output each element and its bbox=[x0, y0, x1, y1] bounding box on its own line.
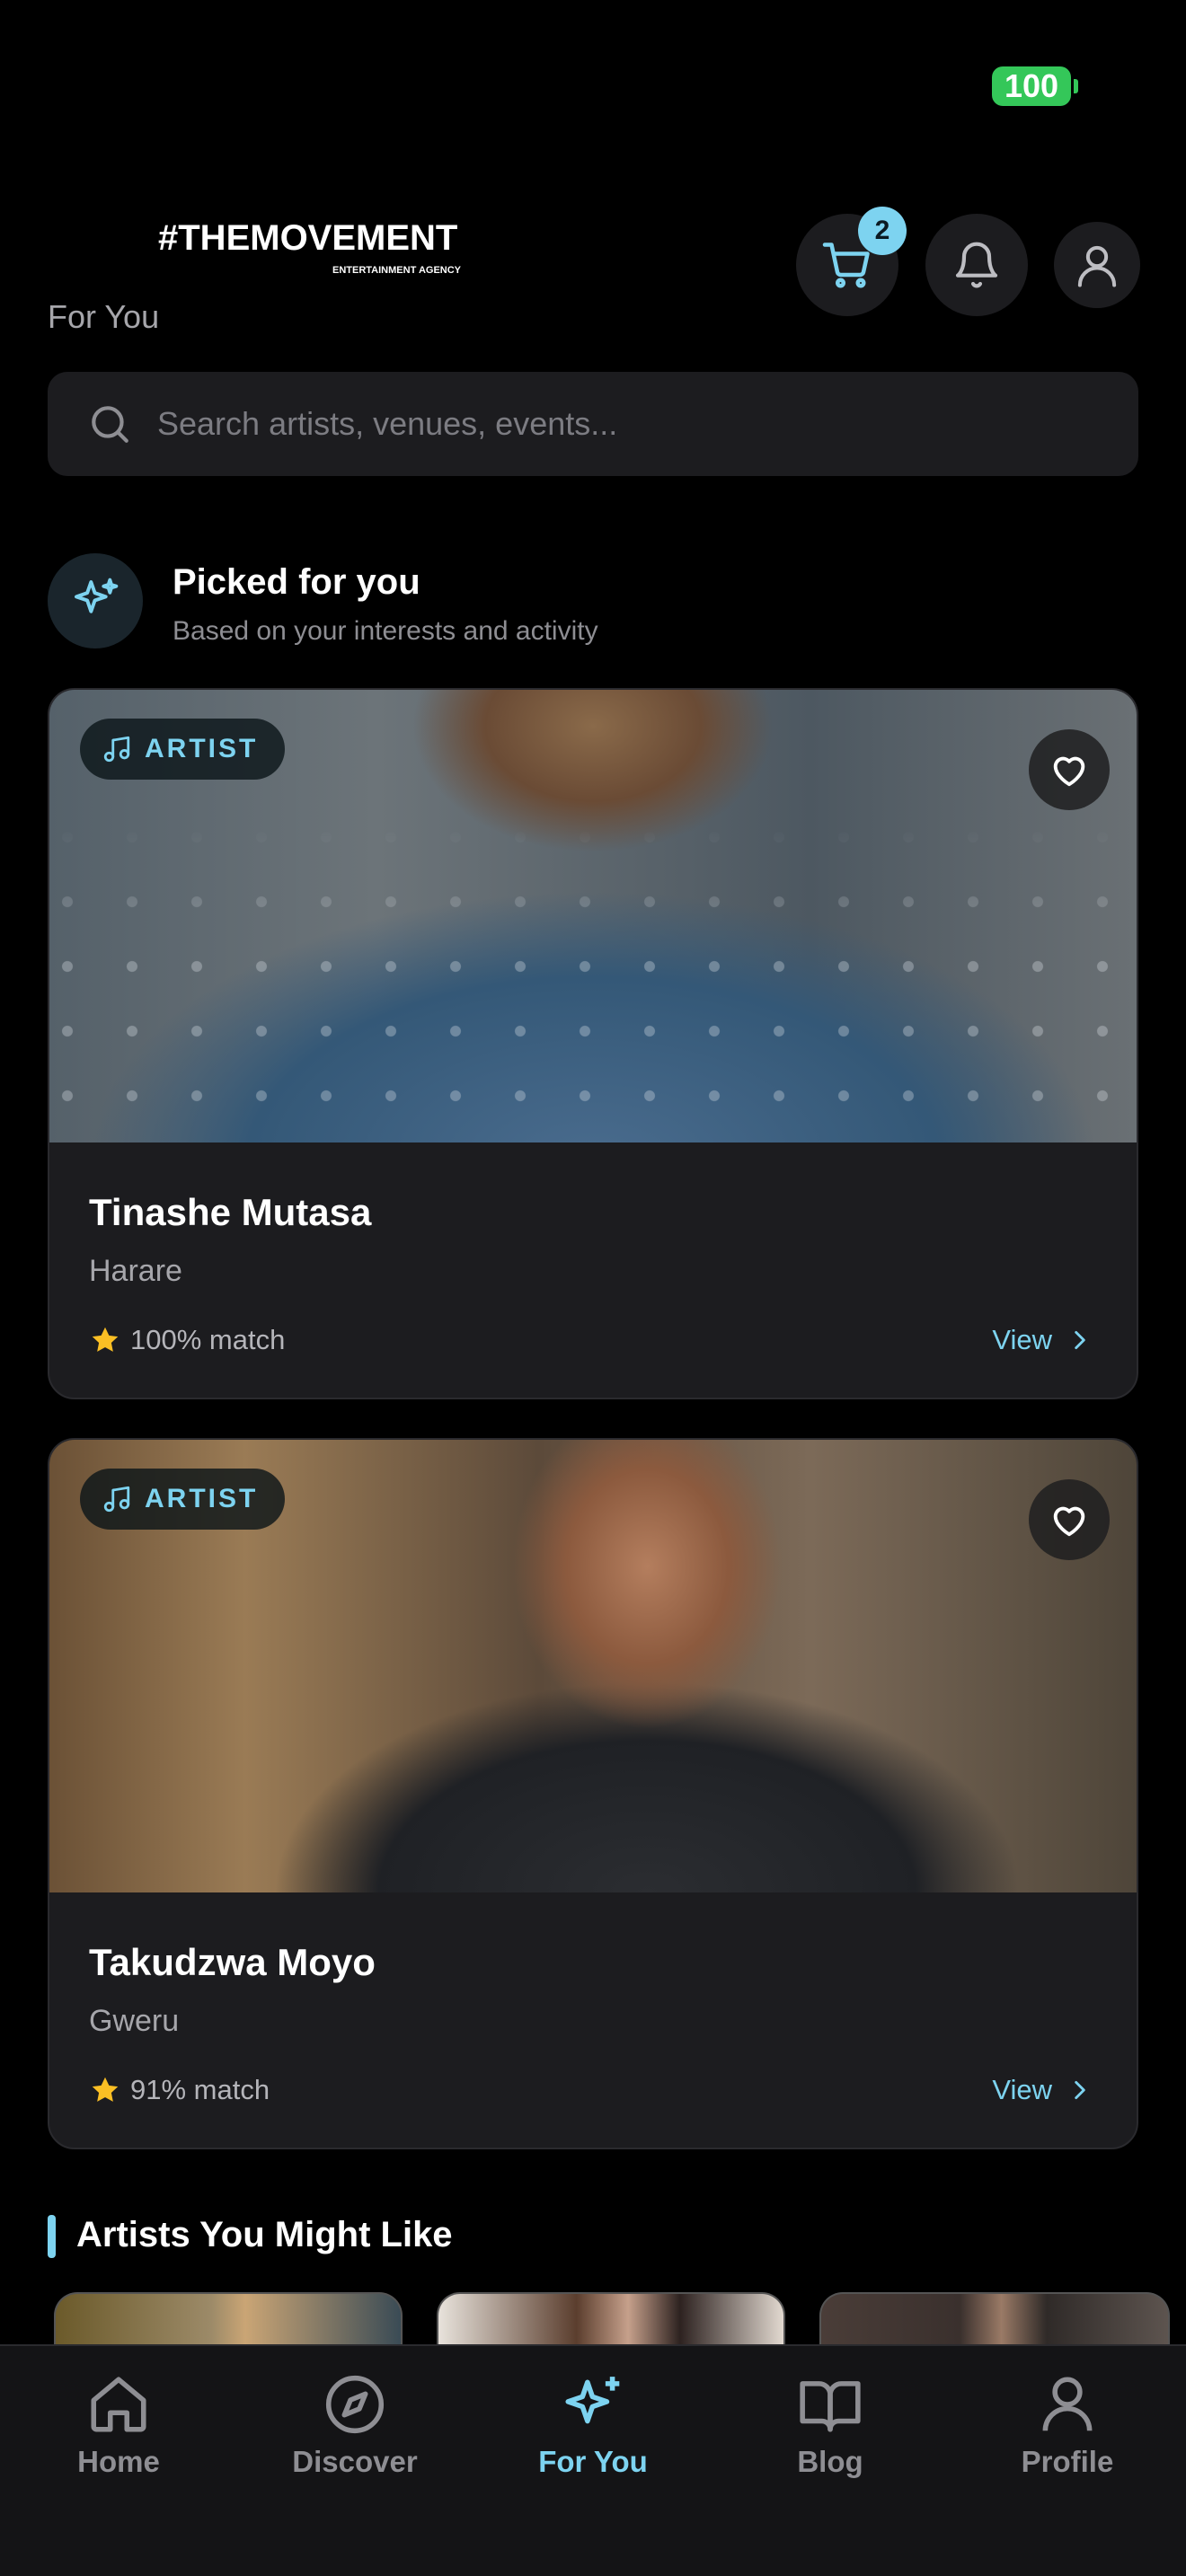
search-icon bbox=[92, 406, 128, 443]
battery-indicator: 100 bbox=[992, 66, 1078, 106]
view-label: View bbox=[992, 2074, 1052, 2105]
sparkles-icon bbox=[75, 578, 119, 613]
sparkles-badge bbox=[48, 553, 143, 648]
tab-label: Profile bbox=[1021, 2445, 1114, 2478]
bell-icon bbox=[955, 242, 998, 288]
star-icon bbox=[92, 1327, 119, 1352]
view-label: View bbox=[992, 1324, 1052, 1355]
search-input[interactable]: Search artists, venues, events... bbox=[48, 372, 1138, 476]
book-icon bbox=[800, 2381, 861, 2432]
chevron-right-icon bbox=[1075, 1330, 1085, 1350]
artist-thumbnail[interactable] bbox=[54, 2292, 403, 2346]
profile-button[interactable] bbox=[1054, 222, 1140, 308]
music-note-icon bbox=[103, 736, 130, 763]
tab-label: Discover bbox=[292, 2445, 418, 2478]
tab-home[interactable]: Home bbox=[29, 2371, 208, 2479]
artist-card[interactable]: ARTIST Tinashe Mutasa Harare 100% match … bbox=[48, 688, 1138, 1399]
chevron-right-icon bbox=[1075, 2080, 1085, 2100]
svg-text:#THEMOVEMENT: #THEMOVEMENT bbox=[158, 218, 457, 258]
favorite-button[interactable] bbox=[1029, 1479, 1110, 1560]
artist-card[interactable]: ARTIST Takudzwa Moyo Gweru 91% match Vie… bbox=[48, 1438, 1138, 2149]
page-title: For You bbox=[48, 298, 160, 335]
music-note-icon bbox=[103, 1486, 130, 1513]
heart-icon bbox=[1053, 1506, 1085, 1537]
view-link[interactable]: View bbox=[992, 1324, 1092, 1356]
match-score: 100% match bbox=[89, 1324, 285, 1356]
artist-city: Harare bbox=[89, 1254, 182, 1288]
tab-profile[interactable]: Profile bbox=[978, 2371, 1157, 2479]
cart-count-badge: 2 bbox=[858, 207, 907, 255]
section-subtitle: Based on your interests and activity bbox=[173, 616, 598, 646]
match-score: 91% match bbox=[89, 2074, 270, 2106]
tab-discover[interactable]: Discover bbox=[265, 2371, 445, 2479]
battery-level: 100 bbox=[1004, 67, 1059, 104]
view-link[interactable]: View bbox=[992, 2074, 1092, 2106]
favorite-button[interactable] bbox=[1029, 729, 1110, 810]
svg-text:ENTERTAINMENT AGENCY: ENTERTAINMENT AGENCY bbox=[332, 265, 462, 276]
match-label: 100% match bbox=[130, 1324, 286, 1355]
artist-city: Gweru bbox=[89, 2004, 180, 2038]
home-icon bbox=[91, 2377, 146, 2432]
search-placeholder: Search artists, venues, events... bbox=[157, 405, 618, 442]
match-label: 91% match bbox=[130, 2074, 270, 2105]
star-icon bbox=[92, 2077, 119, 2102]
section-title: Picked for you bbox=[173, 562, 420, 602]
notifications-button[interactable] bbox=[925, 214, 1028, 316]
artists-section-title: Artists You Might Like bbox=[76, 2215, 453, 2254]
artist-name: Takudzwa Moyo bbox=[89, 1941, 376, 1983]
artist-thumbnail[interactable] bbox=[819, 2292, 1170, 2346]
tab-label: Blog bbox=[797, 2445, 863, 2478]
category-tag: ARTIST bbox=[80, 719, 286, 780]
tab-label: For You bbox=[538, 2445, 648, 2478]
section-accent-bar bbox=[48, 2215, 56, 2258]
artist-name: Tinashe Mutasa bbox=[89, 1191, 372, 1233]
tab-blog[interactable]: Blog bbox=[740, 2371, 920, 2479]
compass-icon bbox=[325, 2375, 385, 2434]
user-icon bbox=[1042, 2377, 1093, 2431]
app-logo[interactable]: #THEMOVEMENT ENTERTAINMENT AGENCY bbox=[153, 183, 485, 291]
tab-label: Home bbox=[77, 2445, 160, 2478]
category-tag: ARTIST bbox=[80, 1469, 286, 1530]
tag-label: ARTIST bbox=[145, 1484, 259, 1513]
sparkles-icon bbox=[565, 2377, 620, 2424]
tag-label: ARTIST bbox=[145, 734, 259, 763]
tab-for-you[interactable]: For You bbox=[503, 2371, 683, 2479]
artist-thumbnail[interactable] bbox=[437, 2292, 785, 2346]
user-icon bbox=[1077, 245, 1117, 287]
bottom-tab-bar: Home Discover For You Blog Profile bbox=[0, 2344, 1186, 2576]
heart-icon bbox=[1053, 756, 1085, 787]
